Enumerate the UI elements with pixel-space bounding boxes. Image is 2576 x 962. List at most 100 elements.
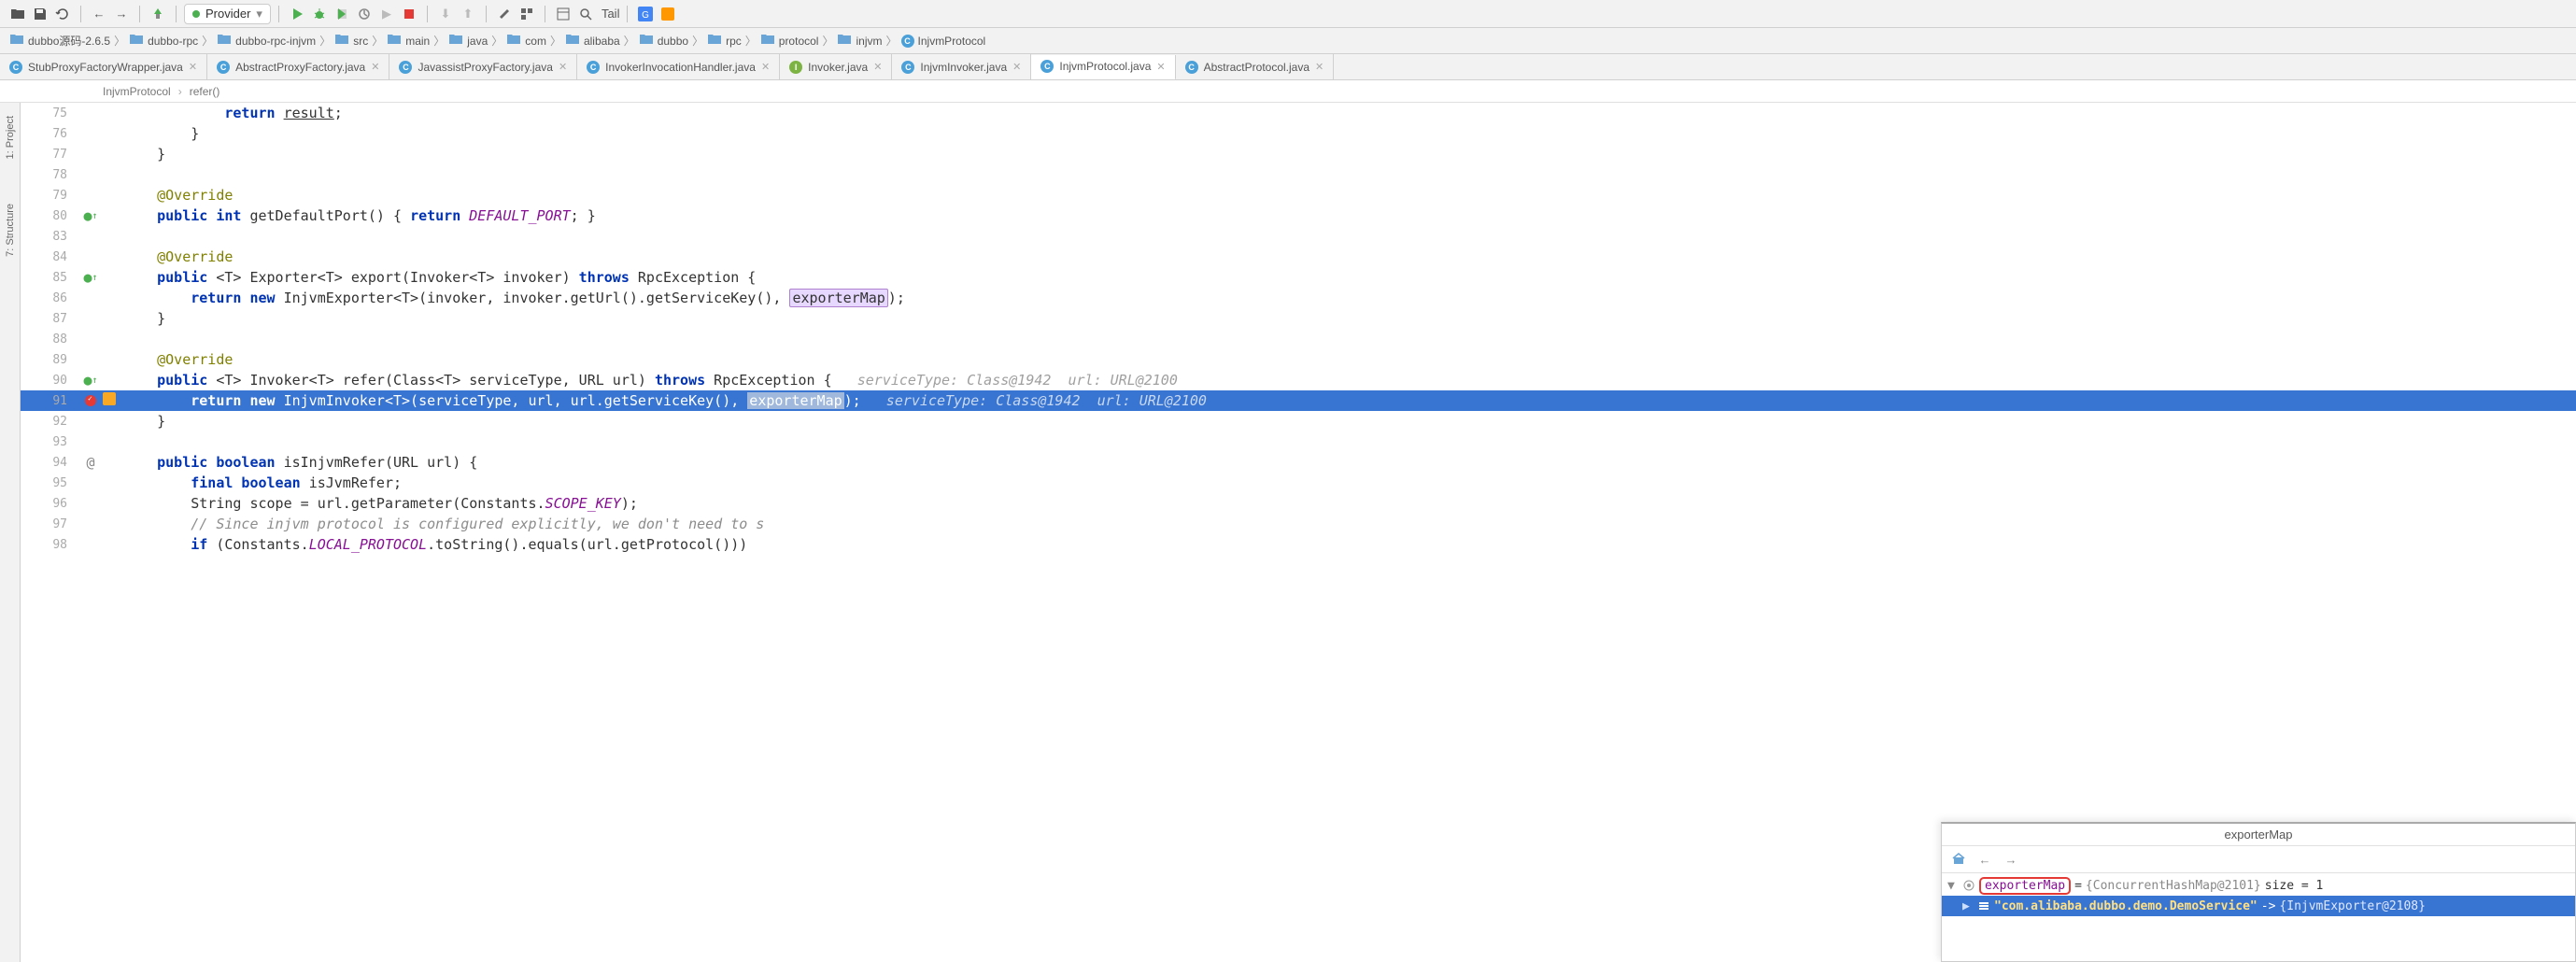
code-content[interactable]: @Override — [123, 187, 2576, 204]
close-icon[interactable]: ✕ — [1156, 61, 1165, 73]
code-line[interactable]: 91 return new InjvmInvoker<T>(serviceTyp… — [21, 390, 2576, 411]
line-number[interactable]: 80 — [21, 209, 77, 223]
close-icon[interactable]: ✕ — [1012, 61, 1021, 73]
line-number[interactable]: 94 — [21, 456, 77, 470]
code-line[interactable]: 96 String scope = url.getParameter(Const… — [21, 493, 2576, 514]
vcs-update-icon[interactable]: ⬇ — [435, 4, 456, 24]
code-line[interactable]: 93 — [21, 431, 2576, 452]
build-icon[interactable] — [148, 4, 168, 24]
line-number[interactable]: 88 — [21, 332, 77, 347]
debug-back-icon[interactable]: ← — [1975, 850, 1994, 869]
back-icon[interactable]: ← — [89, 4, 109, 24]
code-line[interactable]: 75 return result; — [21, 103, 2576, 123]
coverage-icon[interactable] — [332, 4, 352, 24]
breadcrumb-item[interactable]: src — [334, 32, 368, 50]
line-number[interactable]: 96 — [21, 497, 77, 511]
side-tab-project[interactable]: 1: Project — [3, 112, 18, 163]
code-line[interactable]: 92 } — [21, 411, 2576, 431]
stop-icon[interactable] — [399, 4, 419, 24]
code-line[interactable]: 85●↑ public <T> Exporter<T> export(Invok… — [21, 267, 2576, 288]
code-line[interactable]: 94@ public boolean isInjvmRefer(URL url)… — [21, 452, 2576, 473]
debug-home-icon[interactable] — [1949, 850, 1968, 869]
run-icon[interactable] — [287, 4, 307, 24]
vcs-commit-icon[interactable]: ⬆ — [458, 4, 478, 24]
code-line[interactable]: 89 @Override — [21, 349, 2576, 370]
line-number[interactable]: 90 — [21, 374, 77, 388]
gutter-marker[interactable]: ●↑ — [77, 269, 105, 286]
code-line[interactable]: 76 } — [21, 123, 2576, 144]
editor-tab[interactable]: CStubProxyFactoryWrapper.java✕ — [0, 54, 207, 79]
breadcrumb-item[interactable]: protocol — [760, 32, 819, 50]
sub-crumb-class[interactable]: InjvmProtocol — [103, 85, 171, 98]
breadcrumb-item[interactable]: dubbo-rpc — [129, 32, 198, 50]
editor-tab[interactable]: CInjvmProtocol.java✕ — [1031, 55, 1175, 80]
play2-icon[interactable]: ▶ — [376, 4, 397, 24]
code-line[interactable]: 98 if (Constants.LOCAL_PROTOCOL.toString… — [21, 534, 2576, 555]
save-icon[interactable] — [30, 4, 50, 24]
debug-variable-row[interactable]: ▼exporterMap = {ConcurrentHashMap@2101} … — [1942, 875, 2575, 896]
gutter-marker[interactable]: ●↑ — [77, 207, 105, 224]
code-line[interactable]: 83 — [21, 226, 2576, 247]
breadcrumb-item[interactable]: dubbo-rpc-injvm — [217, 32, 316, 50]
editor-tab[interactable]: CAbstractProtocol.java✕ — [1176, 54, 1335, 79]
code-line[interactable]: 90●↑ public <T> Invoker<T> refer(Class<T… — [21, 370, 2576, 390]
line-number[interactable]: 79 — [21, 189, 77, 203]
code-content[interactable]: @Override — [123, 248, 2576, 265]
line-number[interactable]: 92 — [21, 415, 77, 429]
close-icon[interactable]: ✕ — [873, 61, 882, 73]
expand-icon[interactable]: ▼ — [1947, 879, 1959, 893]
refresh-icon[interactable] — [52, 4, 73, 24]
open-icon[interactable] — [7, 4, 28, 24]
close-icon[interactable]: ✕ — [559, 61, 567, 73]
code-content[interactable]: public int getDefaultPort() { return DEF… — [123, 207, 2576, 224]
code-line[interactable]: 87 } — [21, 308, 2576, 329]
code-content[interactable]: public <T> Invoker<T> refer(Class<T> ser… — [123, 372, 2576, 389]
line-number[interactable]: 77 — [21, 148, 77, 162]
gutter-marker[interactable]: @ — [77, 454, 105, 471]
code-content[interactable]: String scope = url.getParameter(Constant… — [123, 495, 2576, 512]
breadcrumb-item[interactable]: CInjvmProtocol — [901, 35, 986, 48]
line-number[interactable]: 75 — [21, 106, 77, 120]
code-content[interactable]: } — [123, 146, 2576, 163]
search-icon[interactable] — [575, 4, 596, 24]
close-icon[interactable]: ✕ — [189, 61, 197, 73]
code-content[interactable]: } — [123, 413, 2576, 430]
google-icon[interactable] — [658, 4, 678, 24]
code-line[interactable]: 80●↑ public int getDefaultPort() { retur… — [21, 205, 2576, 226]
breadcrumb-item[interactable]: com — [506, 32, 546, 50]
code-line[interactable]: 77 } — [21, 144, 2576, 164]
structure-icon[interactable] — [517, 4, 537, 24]
line-number[interactable]: 98 — [21, 538, 77, 552]
code-line[interactable]: 84 @Override — [21, 247, 2576, 267]
editor-tab[interactable]: IInvoker.java✕ — [780, 54, 892, 79]
close-icon[interactable]: ✕ — [371, 61, 379, 73]
code-content[interactable]: if (Constants.LOCAL_PROTOCOL.toString().… — [123, 536, 2576, 553]
editor-tab[interactable]: CInjvmInvoker.java✕ — [892, 54, 1031, 79]
gutter-marker[interactable]: ●↑ — [77, 372, 105, 389]
line-number[interactable]: 84 — [21, 250, 77, 264]
breadcrumb-item[interactable]: java — [448, 32, 488, 50]
line-number[interactable]: 85 — [21, 271, 77, 285]
debug-variables-tree[interactable]: ▼exporterMap = {ConcurrentHashMap@2101} … — [1942, 873, 2575, 961]
breadcrumb-item[interactable]: dubbo源码-2.6.5 — [9, 32, 110, 50]
expand-icon[interactable]: ▶ — [1962, 899, 1974, 913]
side-tab-structure[interactable]: 7: Structure — [3, 200, 18, 261]
sub-crumb-method[interactable]: refer() — [190, 85, 220, 98]
debug-variable-row[interactable]: ▶"com.alibaba.dubbo.demo.DemoService" ->… — [1942, 896, 2575, 916]
close-icon[interactable]: ✕ — [761, 61, 770, 73]
line-number[interactable]: 95 — [21, 476, 77, 490]
code-line[interactable]: 79 @Override — [21, 185, 2576, 205]
line-number[interactable]: 87 — [21, 312, 77, 326]
debug-icon[interactable] — [309, 4, 330, 24]
code-content[interactable]: } — [123, 310, 2576, 327]
breadcrumb-item[interactable]: dubbo — [639, 32, 688, 50]
layout-icon[interactable] — [553, 4, 573, 24]
line-number[interactable]: 83 — [21, 230, 77, 244]
code-content[interactable]: return new InjvmInvoker<T>(serviceType, … — [123, 392, 2576, 409]
editor-tab[interactable]: CJavassistProxyFactory.java✕ — [389, 54, 577, 79]
code-content[interactable]: } — [123, 125, 2576, 142]
editor-tab[interactable]: CAbstractProxyFactory.java✕ — [207, 54, 389, 79]
breadcrumb-item[interactable]: alibaba — [565, 32, 620, 50]
forward-icon[interactable]: → — [111, 4, 132, 24]
code-line[interactable]: 97 // Since injvm protocol is configured… — [21, 514, 2576, 534]
